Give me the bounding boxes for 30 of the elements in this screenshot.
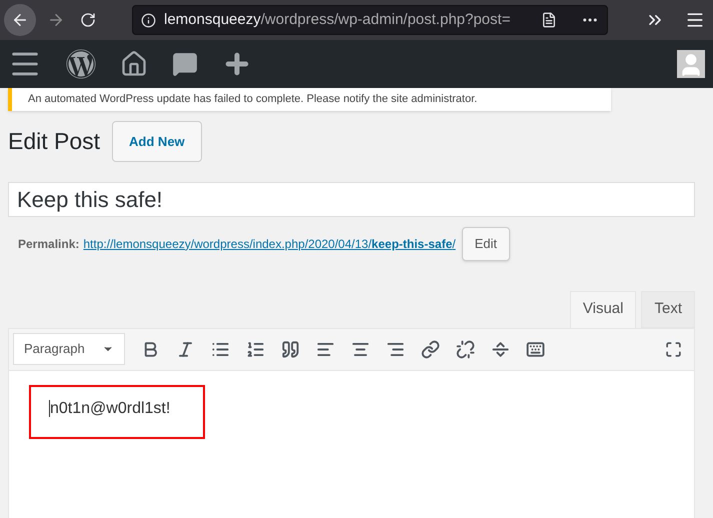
italic-icon[interactable] [176,340,195,358]
editor-tab[interactable]: Text [641,290,695,328]
edit-button[interactable]: Edit [462,227,510,260]
forward-arrow-icon [47,11,65,29]
post-body-text: n0t1n@w0rdl1st! [49,400,170,416]
update-notice: An automated WordPress update has failed to complete. Please notify the site administrator. [8,88,611,110]
link-icon[interactable] [421,340,440,358]
numbered-list-icon[interactable] [246,340,265,358]
read-more-icon[interactable] [491,340,510,358]
permalink-label: Permalink: [18,236,80,253]
editor-content-area[interactable]: n0t1n@w0rdl1st! [8,370,695,518]
page-heading: Edit Post [8,127,100,156]
format-select[interactable]: Paragraph [13,333,125,365]
speech-bubble-icon[interactable] [172,51,198,77]
unlink-icon[interactable] [456,340,475,358]
permalink-link[interactable]: http://lemonsqueezy/wordpress/index.php/2020/04/13/keep-this-safe/ [83,234,456,253]
info-icon[interactable] [141,12,156,28]
address-bar[interactable]: lemonsqueezy/wordpress/wp-admin/post.php?post= [132,5,608,35]
reload-icon [80,12,96,28]
url-text: lemonsqueezy/wordpress/wp-admin/post.php?post= [164,10,512,30]
back-button[interactable] [4,4,36,36]
quote-icon[interactable] [281,340,300,358]
add-new-button[interactable]: Add New [112,120,202,162]
editor-tab[interactable]: Visual [570,290,636,328]
title-field[interactable]: Keep this safe! [8,182,695,217]
w-logo-icon[interactable] [66,49,96,79]
reader-view-icon[interactable] [541,12,557,28]
fullscreen-icon[interactable] [665,340,682,358]
home-icon[interactable] [120,50,148,78]
toolbar-toggle-icon[interactable] [526,340,545,358]
